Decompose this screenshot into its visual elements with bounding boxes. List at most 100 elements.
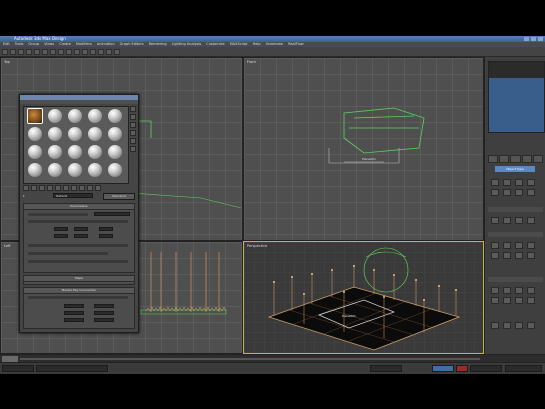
material-sphere-icon[interactable]: [108, 163, 122, 177]
show-in-viewport-icon[interactable]: [79, 185, 85, 191]
put-material-icon[interactable]: [31, 185, 37, 191]
auto-key-button[interactable]: [432, 365, 454, 372]
sample-type-icon[interactable]: [130, 106, 136, 112]
tool-icon[interactable]: [491, 287, 499, 294]
tool-icon[interactable]: [491, 242, 499, 249]
hierarchy-tab-icon[interactable]: [510, 155, 521, 163]
unlink-icon[interactable]: [26, 48, 32, 55]
undo-icon[interactable]: [2, 48, 8, 55]
tool-icon[interactable]: [491, 252, 499, 259]
tool-icon[interactable]: [515, 297, 523, 304]
reset-map-icon[interactable]: [47, 185, 53, 191]
material-sphere-icon[interactable]: [48, 109, 62, 123]
scale-icon[interactable]: [66, 48, 72, 55]
create-tab-icon[interactable]: [488, 155, 499, 163]
assign-material-icon[interactable]: [39, 185, 45, 191]
material-sphere-icon[interactable]: [108, 127, 122, 141]
put-to-library-icon[interactable]: [71, 185, 77, 191]
material-sphere-icon[interactable]: [48, 145, 62, 159]
parameter-field[interactable]: [64, 318, 84, 322]
scene-explorer-selection[interactable]: [489, 78, 544, 132]
tool-icon[interactable]: [527, 322, 535, 329]
background-icon[interactable]: [130, 122, 136, 128]
material-sphere-icon[interactable]: [68, 145, 82, 159]
tool-icon[interactable]: [515, 287, 523, 294]
material-sphere-icon[interactable]: [108, 145, 122, 159]
parameter-field[interactable]: [94, 304, 114, 308]
mirror-icon[interactable]: [82, 48, 88, 55]
copy-material-icon[interactable]: [55, 185, 61, 191]
redo-icon[interactable]: [10, 48, 16, 55]
rollout-header[interactable]: [488, 207, 543, 212]
tool-icon[interactable]: [503, 322, 511, 329]
minimize-icon[interactable]: [524, 37, 529, 41]
parameter-field[interactable]: [74, 227, 88, 231]
material-sphere-icon[interactable]: [28, 127, 42, 141]
material-sphere-icon[interactable]: [48, 163, 62, 177]
tool-icon[interactable]: [503, 242, 511, 249]
select-by-name-icon[interactable]: [42, 48, 48, 55]
tool-icon[interactable]: [515, 189, 523, 196]
material-name-field[interactable]: Default: [53, 193, 93, 198]
tool-icon[interactable]: [503, 217, 511, 224]
select-icon[interactable]: [34, 48, 40, 55]
scene-explorer[interactable]: [488, 61, 545, 133]
maximize-icon[interactable]: [531, 37, 536, 41]
material-editor-menu[interactable]: [20, 100, 138, 104]
tool-icon[interactable]: [503, 189, 511, 196]
material-sphere-icon[interactable]: [88, 163, 102, 177]
video-color-check-icon[interactable]: [130, 138, 136, 144]
rollout-header[interactable]: Mental Ray Connection: [24, 288, 134, 294]
rollout-header[interactable]: [488, 232, 543, 237]
rotate-icon[interactable]: [58, 48, 64, 55]
object-type-button[interactable]: Object Type: [495, 166, 535, 172]
tool-icon[interactable]: [503, 179, 511, 186]
tool-icon[interactable]: [491, 179, 499, 186]
parameter-field[interactable]: [99, 227, 113, 231]
go-forward-icon[interactable]: [95, 185, 101, 191]
go-to-parent-icon[interactable]: [87, 185, 93, 191]
rollout-header[interactable]: [488, 277, 543, 282]
material-sphere-icon[interactable]: [88, 145, 102, 159]
material-sphere-icon[interactable]: [68, 163, 82, 177]
material-sphere-icon[interactable]: [28, 163, 42, 177]
parameter-field[interactable]: [99, 234, 113, 238]
tool-icon[interactable]: [527, 287, 535, 294]
parameter-field[interactable]: [74, 234, 88, 238]
tool-icon[interactable]: [515, 217, 523, 224]
tool-icon[interactable]: [503, 252, 511, 259]
material-sphere-icon[interactable]: [108, 109, 122, 123]
tool-icon[interactable]: [527, 242, 535, 249]
material-sphere-icon[interactable]: [48, 127, 62, 141]
close-icon[interactable]: [538, 37, 543, 41]
parameter-dropdown[interactable]: [94, 212, 130, 216]
tool-icon[interactable]: [515, 252, 523, 259]
make-unique-icon[interactable]: [63, 185, 69, 191]
material-sphere-icon[interactable]: [88, 127, 102, 141]
material-sphere-icon[interactable]: [27, 108, 43, 124]
parameter-field[interactable]: [94, 318, 114, 322]
parameter-field[interactable]: [54, 234, 68, 238]
tool-icon[interactable]: [515, 322, 523, 329]
set-key-button[interactable]: [456, 365, 468, 372]
move-icon[interactable]: [50, 48, 56, 55]
tool-icon[interactable]: [527, 179, 535, 186]
material-type-button[interactable]: Standard: [103, 193, 135, 200]
tool-icon[interactable]: [515, 242, 523, 249]
material-sphere-icon[interactable]: [28, 145, 42, 159]
tool-icon[interactable]: [491, 297, 499, 304]
tool-icon[interactable]: [491, 322, 499, 329]
material-sphere-icon[interactable]: [68, 109, 82, 123]
tool-icon[interactable]: [527, 217, 535, 224]
link-icon[interactable]: [18, 48, 24, 55]
playback-controls[interactable]: [505, 365, 542, 372]
rollout-header[interactable]: Parameters: [24, 204, 134, 210]
align-icon[interactable]: [90, 48, 96, 55]
snap-icon[interactable]: [74, 48, 80, 55]
sample-uv-icon[interactable]: [130, 130, 136, 136]
material-sphere-icon[interactable]: [68, 127, 82, 141]
viewport-perspective[interactable]: Perspective Plane001: [243, 241, 484, 354]
tool-icon[interactable]: [491, 189, 499, 196]
get-material-icon[interactable]: [23, 185, 29, 191]
parameter-field[interactable]: [54, 227, 68, 231]
